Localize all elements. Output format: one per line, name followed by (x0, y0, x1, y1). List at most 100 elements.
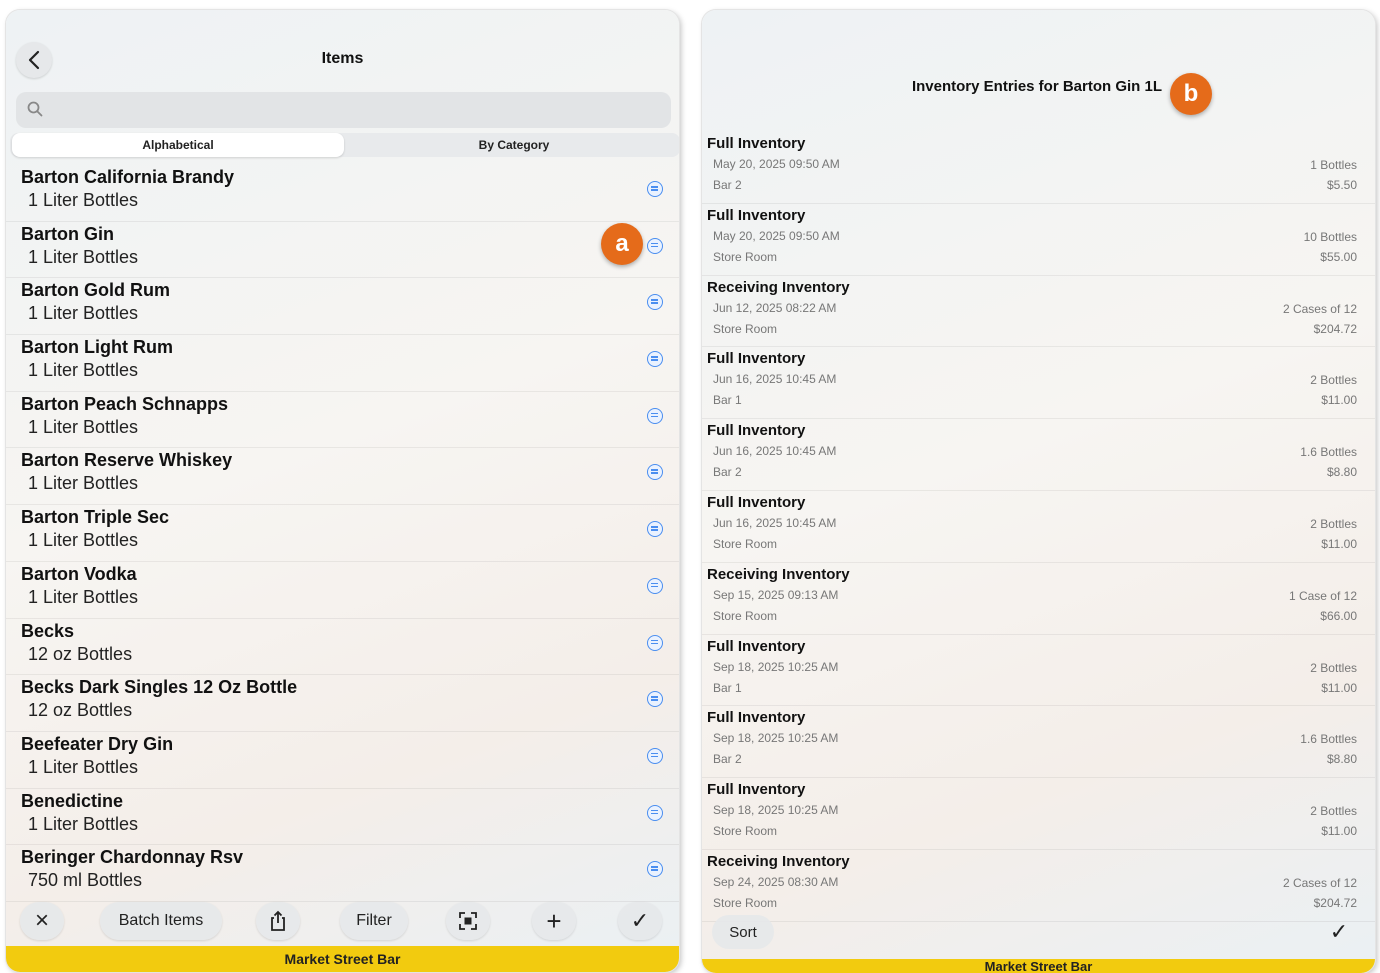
entry-type: Full Inventory (707, 422, 806, 440)
entry-cost: $11.00 (1321, 536, 1357, 551)
search-bar[interactable] (16, 92, 671, 128)
entry-type: Full Inventory (707, 781, 806, 799)
add-button[interactable]: + (532, 902, 576, 940)
item-name: Becks (21, 620, 75, 641)
entry-row[interactable]: Full Inventory May 20, 2025 09:50 AM Bar… (702, 132, 1375, 204)
search-input[interactable] (50, 98, 650, 122)
item-info-icon[interactable] (647, 237, 663, 254)
items-header: Items (6, 10, 679, 90)
list-item[interactable]: Beefeater Dry Gin 1 Liter Bottles (6, 732, 679, 789)
item-info-icon[interactable] (647, 181, 663, 197)
entry-row[interactable]: Full Inventory May 20, 2025 09:50 AM Sto… (702, 204, 1375, 276)
item-size: 1 Liter Bottles (28, 813, 139, 834)
entry-row[interactable]: Receiving Inventory Sep 15, 2025 09:13 A… (702, 563, 1375, 635)
entry-location: Store Room (713, 608, 778, 623)
entry-type: Receiving Inventory (707, 278, 850, 296)
entry-type: Full Inventory (707, 637, 806, 655)
item-size: 1 Liter Bottles (28, 190, 139, 210)
entry-row[interactable]: Full Inventory Sep 18, 2025 10:25 AM Sto… (702, 778, 1375, 850)
entry-cost: $8.80 (1326, 752, 1357, 767)
close-icon: × (34, 907, 49, 934)
item-list: Barton California Brandy 1 Liter Bottles… (6, 165, 679, 902)
item-name: Barton Reserve Whiskey (21, 450, 233, 471)
entry-row[interactable]: Full Inventory Jun 16, 2025 10:45 AM Sto… (702, 491, 1375, 563)
item-info-icon[interactable] (647, 634, 663, 651)
done-button[interactable]: ✓ (618, 902, 662, 940)
close-button[interactable]: × (20, 902, 64, 940)
entry-date: Sep 15, 2025 09:13 AM (713, 587, 839, 602)
list-item[interactable]: Barton Gin 1 Liter Bottles (6, 222, 679, 279)
list-item[interactable]: Beringer Chardonnay Rsv 750 ml Bottles (6, 845, 679, 902)
list-item[interactable]: Becks 12 oz Bottles (6, 619, 679, 676)
entry-row[interactable]: Full Inventory Jun 16, 2025 10:45 AM Bar… (702, 347, 1375, 420)
list-item[interactable]: Barton Triple Sec 1 Liter Bottles (6, 505, 679, 562)
item-info-icon[interactable] (647, 351, 663, 368)
segment-alphabetical[interactable]: Alphabetical (12, 133, 344, 157)
item-info-icon[interactable] (647, 407, 663, 424)
sort-segmented-control: Alphabetical By Category (10, 133, 679, 157)
search-icon (27, 101, 43, 117)
location-footer: Market Street Bar (6, 946, 679, 972)
sort-button[interactable]: Sort (712, 915, 774, 949)
entry-cost: $204.72 (1313, 321, 1357, 336)
page-title: Items (321, 50, 364, 67)
entry-type: Full Inventory (707, 135, 806, 152)
entry-quantity: 2 Bottles (1310, 516, 1357, 531)
item-info-icon[interactable] (647, 691, 663, 708)
entry-date: May 20, 2025 09:50 AM (713, 228, 840, 243)
page-title: Inventory Entries for Barton Gin 1L (911, 78, 1163, 95)
batch-items-button[interactable]: Batch Items (100, 902, 222, 940)
entry-cost: $55.00 (1320, 249, 1357, 264)
item-info-icon[interactable] (647, 747, 663, 764)
item-info-icon[interactable] (647, 861, 663, 878)
list-item[interactable]: Barton California Brandy 1 Liter Bottles (6, 165, 679, 222)
entry-row[interactable]: Receiving Inventory Sep 24, 2025 08:30 A… (702, 850, 1375, 922)
list-item[interactable]: Barton Peach Schnapps 1 Liter Bottles (6, 392, 679, 449)
entry-quantity: 1.6 Bottles (1300, 445, 1357, 460)
entry-quantity: 10 Bottles (1303, 229, 1357, 244)
entry-location: Store Room (713, 895, 778, 910)
item-info-icon[interactable] (647, 464, 663, 481)
entry-date: Jun 12, 2025 08:22 AM (713, 300, 837, 315)
entry-cost: $5.50 (1326, 178, 1357, 192)
item-size: 750 ml Bottles (28, 870, 143, 891)
item-name: Barton Triple Sec (21, 507, 170, 528)
scan-button[interactable] (446, 902, 490, 940)
entry-type: Receiving Inventory (707, 565, 850, 583)
list-item[interactable]: Barton Light Rum 1 Liter Bottles (6, 335, 679, 392)
item-name: Benedictine (21, 790, 124, 811)
done-button[interactable]: ✓ (1322, 915, 1356, 949)
items-panel: Items Alphabetical By Category Barton Ca… (6, 10, 679, 972)
item-size: 1 Liter Bottles (28, 246, 139, 267)
entry-row[interactable]: Full Inventory Jun 16, 2025 10:45 AM Bar… (702, 419, 1375, 491)
item-size: 1 Liter Bottles (28, 360, 139, 381)
entry-date: Sep 18, 2025 10:25 AM (713, 803, 839, 818)
entry-type: Full Inventory (707, 350, 806, 368)
entry-row[interactable]: Full Inventory Sep 18, 2025 10:25 AM Bar… (702, 706, 1375, 779)
list-item[interactable]: Barton Gold Rum 1 Liter Bottles (6, 278, 679, 336)
entry-quantity: 1.6 Bottles (1300, 732, 1357, 747)
entry-cost: $204.72 (1313, 895, 1357, 910)
item-name: Barton Peach Schnapps (21, 393, 229, 414)
list-item[interactable]: Barton Reserve Whiskey 1 Liter Bottles (6, 448, 679, 506)
share-button[interactable] (256, 902, 300, 940)
item-size: 1 Liter Bottles (28, 303, 139, 324)
list-item[interactable]: Barton Vodka 1 Liter Bottles (6, 562, 679, 619)
item-info-icon[interactable] (647, 521, 663, 538)
entry-location: Store Room (713, 321, 778, 336)
list-item[interactable]: Becks Dark Singles 12 Oz Bottle 12 oz Bo… (6, 675, 679, 732)
entry-row[interactable]: Receiving Inventory Jun 12, 2025 08:22 A… (702, 276, 1375, 348)
entry-location: Bar 2 (713, 178, 742, 192)
item-info-icon[interactable] (647, 804, 663, 821)
item-info-icon[interactable] (647, 294, 663, 311)
item-size: 1 Liter Bottles (28, 586, 139, 607)
entry-row[interactable]: Full Inventory Sep 18, 2025 10:25 AM Bar… (702, 635, 1375, 707)
entry-location: Bar 1 (713, 680, 742, 695)
filter-button[interactable]: Filter (340, 902, 408, 940)
item-info-icon[interactable] (647, 577, 663, 594)
segment-by-category[interactable]: By Category (350, 133, 678, 157)
item-name: Barton Gold Rum (21, 280, 170, 301)
list-item[interactable]: Benedictine 1 Liter Bottles (6, 789, 679, 846)
entry-quantity: 2 Cases of 12 (1282, 875, 1357, 890)
entry-date: Jun 16, 2025 10:45 AM (713, 444, 837, 459)
